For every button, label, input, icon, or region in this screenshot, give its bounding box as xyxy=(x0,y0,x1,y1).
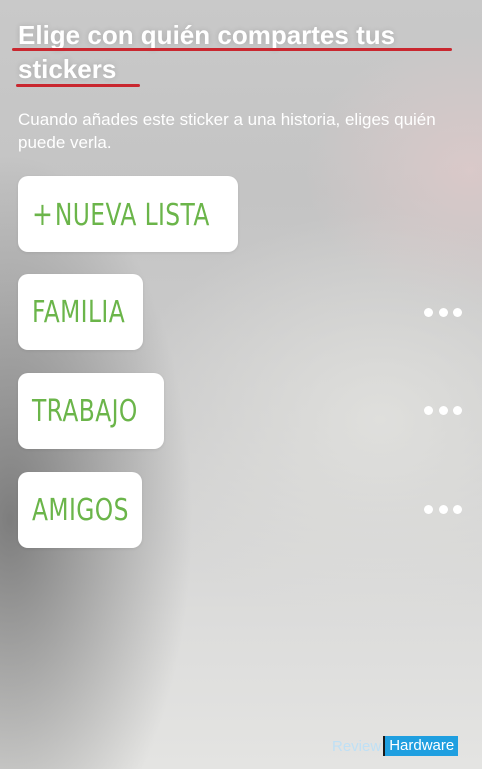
list-item-label: AMIGOS xyxy=(32,492,129,528)
header: Elige con quién compartes tus stickers xyxy=(18,18,468,86)
new-list-label: NUEVA LISTA xyxy=(54,198,210,233)
list-item-amigos[interactable]: AMIGOS xyxy=(18,472,142,548)
more-dot xyxy=(453,504,462,514)
plus-icon: + xyxy=(32,195,54,233)
page-subtitle: Cuando añades este sticker a una histori… xyxy=(18,110,436,152)
watermark: Review Hardware xyxy=(332,736,459,756)
more-dot xyxy=(424,504,433,514)
list-item-label: TRABAJO xyxy=(32,393,138,429)
list-item-familia[interactable]: FAMILIA xyxy=(18,274,143,350)
more-dot xyxy=(438,405,448,415)
more-dot xyxy=(424,307,433,317)
list-item-trabajo[interactable]: TRABAJO xyxy=(18,373,164,449)
more-dot xyxy=(438,307,448,317)
more-dot xyxy=(453,405,462,415)
page-title: Elige con quién compartes tus stickers xyxy=(18,20,396,84)
more-options-icon[interactable] xyxy=(424,306,462,318)
watermark-part1: Review xyxy=(332,737,382,755)
list-item-label: FAMILIA xyxy=(32,294,126,330)
new-list-button[interactable]: +NUEVA LISTA xyxy=(18,176,238,252)
title-underline-1 xyxy=(12,48,452,51)
more-options-icon[interactable] xyxy=(424,404,462,416)
more-options-icon[interactable] xyxy=(424,503,462,515)
more-dot xyxy=(424,405,433,415)
title-underline-2 xyxy=(16,84,140,87)
watermark-part2: Hardware xyxy=(385,736,459,756)
more-dot xyxy=(453,307,462,317)
new-list-label-wrap: +NUEVA LISTA xyxy=(32,195,210,233)
more-dot xyxy=(438,504,448,514)
